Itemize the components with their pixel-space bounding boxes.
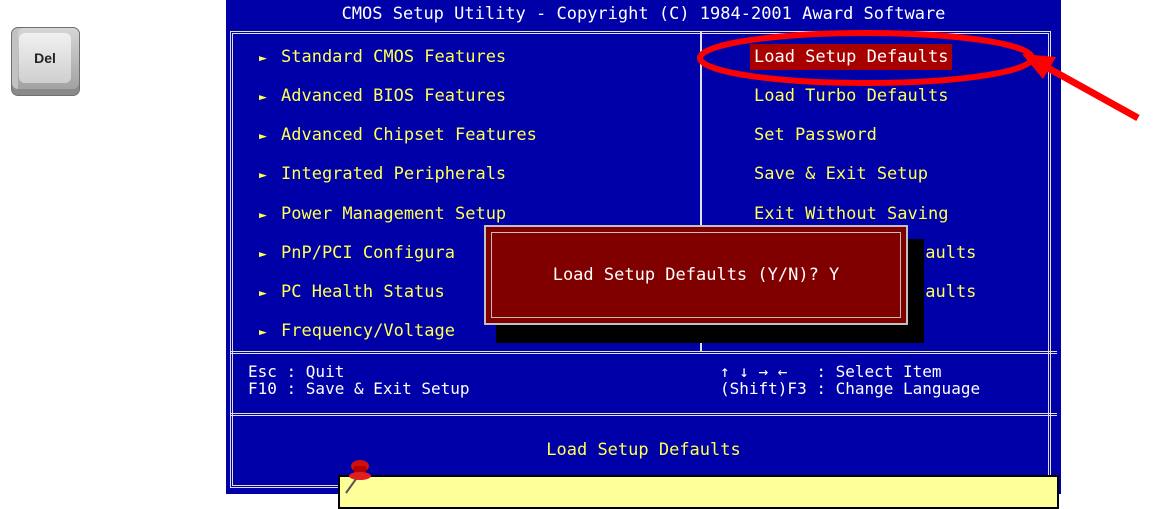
help-divider [230, 351, 1057, 354]
menu-item-partial-defaults-1[interactable]: faults [915, 240, 976, 266]
del-key-label: Del [19, 33, 71, 83]
pushpin-icon [345, 460, 371, 494]
menu-item-partial-defaults-2[interactable]: faults [915, 279, 976, 305]
confirm-dialog[interactable]: Load Setup Defaults (Y/N)? Y [484, 225, 908, 325]
bios-screen: CMOS Setup Utility - Copyright (C) 1984-… [226, 0, 1061, 494]
submenu-arrow-icon: ► [259, 90, 267, 105]
menu-item-load-turbo-defaults[interactable]: Load Turbo Defaults [754, 83, 948, 109]
dialog-prompt[interactable]: Load Setup Defaults (Y/N)? Y [491, 232, 901, 318]
menu-item-advanced-chipset[interactable]: ► Advanced Chipset Features [259, 122, 537, 148]
menu-item-standard-cmos[interactable]: ► Standard CMOS Features [259, 44, 506, 70]
help-shift-f3: (Shift)F3 : Change Language [720, 379, 981, 398]
bios-title: CMOS Setup Utility - Copyright (C) 1984-… [226, 0, 1061, 28]
menu-item-power-management[interactable]: ► Power Management Setup [259, 201, 506, 227]
menu-item-frequency-voltage[interactable]: ► Frequency/Voltage [259, 318, 455, 344]
pointer-arrow-line [1046, 64, 1140, 122]
submenu-arrow-icon: ► [259, 325, 267, 340]
submenu-arrow-icon: ► [259, 208, 267, 223]
submenu-arrow-icon: ► [259, 129, 267, 144]
status-divider [230, 413, 1057, 416]
del-key-icon: Del [11, 27, 80, 96]
menu-item-pnp-pci[interactable]: ► PnP/PCI Configura [259, 240, 455, 266]
menu-item-load-setup-defaults[interactable]: Load Setup Defaults [750, 44, 953, 70]
menu-item-pc-health[interactable]: ► PC Health Status [259, 279, 445, 305]
submenu-arrow-icon: ► [259, 168, 267, 183]
submenu-arrow-icon: ► [259, 286, 267, 301]
help-f10: F10 : Save & Exit Setup [248, 379, 470, 398]
submenu-arrow-icon: ► [259, 51, 267, 66]
help-arrows: ↑ ↓ → ← : Select Item [720, 362, 942, 381]
menu-item-save-exit[interactable]: Save & Exit Setup [754, 161, 928, 187]
menu-item-advanced-bios[interactable]: ► Advanced BIOS Features [259, 83, 506, 109]
menu-item-exit-without-saving[interactable]: Exit Without Saving [754, 201, 948, 227]
menu-item-set-password[interactable]: Set Password [754, 122, 877, 148]
submenu-arrow-icon: ► [259, 247, 267, 262]
help-esc: Esc : Quit [248, 362, 345, 381]
menu-item-integrated-peripherals[interactable]: ► Integrated Peripherals [259, 161, 506, 187]
note-strip [338, 475, 1059, 509]
